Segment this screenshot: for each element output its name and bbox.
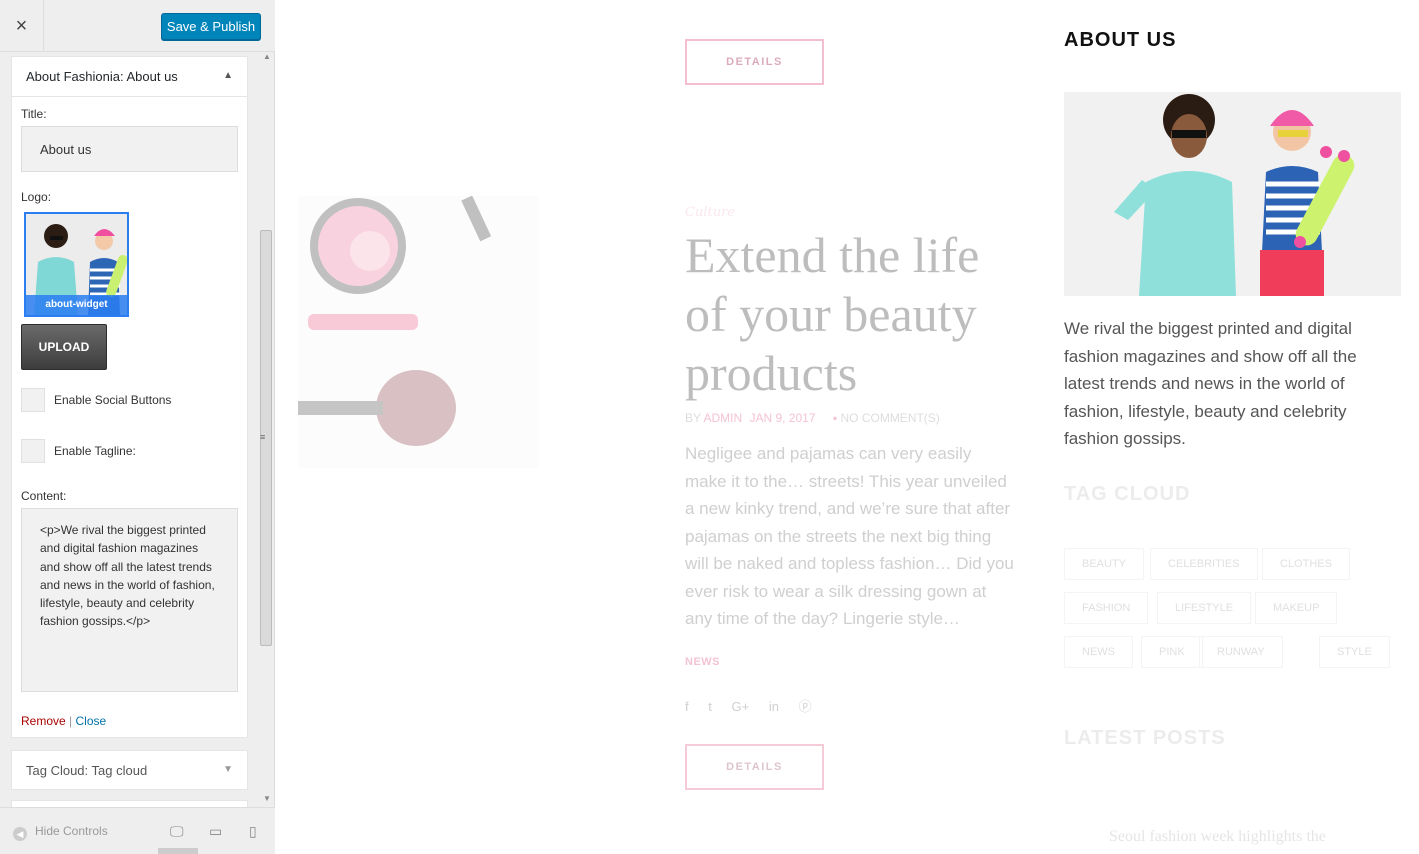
- upload-button[interactable]: UPLOAD: [21, 324, 107, 370]
- tag-cloud-title: TAG CLOUD: [1064, 483, 1191, 505]
- mobile-icon[interactable]: ▯: [249, 823, 257, 840]
- scroll-up-icon[interactable]: ▲: [263, 52, 271, 61]
- remove-link[interactable]: Remove: [21, 714, 66, 728]
- sidebar-header: × Save & Publish: [0, 0, 275, 52]
- post-tag[interactable]: NEWS: [685, 656, 720, 668]
- active-device-indicator: [158, 848, 198, 854]
- widget-title-label: Tag cloud: [91, 763, 148, 778]
- tagline-label: Enable Tagline:: [54, 444, 136, 458]
- action-separator: |: [69, 714, 73, 728]
- social-buttons-label: Enable Social Buttons: [54, 393, 172, 407]
- about-us-image: [1064, 92, 1401, 296]
- latest-posts-title: LATEST POSTS: [1064, 727, 1226, 749]
- share-icons: f t G+ in ⓟ: [685, 696, 828, 715]
- tag-chip[interactable]: LIFESTYLE: [1157, 592, 1252, 624]
- tag-chip[interactable]: PINK: [1141, 636, 1203, 668]
- details-button-bottom[interactable]: DETAILS: [685, 744, 824, 790]
- logo-label: Logo:: [21, 190, 52, 204]
- widgets-panel[interactable]: About Fashionia: About us ▲ Title: About…: [0, 52, 275, 807]
- tag-chip[interactable]: STYLE: [1319, 636, 1390, 668]
- tag-cloud-widget-header[interactable]: Tag Cloud: Tag cloud ▼: [12, 751, 247, 791]
- tag-cloud-widget[interactable]: Tag Cloud: Tag cloud ▼: [11, 750, 248, 790]
- customizer-screen: × Save & Publish About Fashionia: About …: [0, 0, 1419, 854]
- grip-icon: ≡: [260, 432, 266, 442]
- post-title[interactable]: Extend the life of your beauty products: [685, 226, 1015, 403]
- linkedin-icon[interactable]: in: [769, 699, 779, 714]
- close-icon[interactable]: ×: [0, 0, 44, 52]
- google-plus-icon[interactable]: G+: [732, 699, 750, 714]
- about-us-text: We rival the biggest printed and digital…: [1064, 319, 1357, 448]
- tag-chip[interactable]: RUNWAY: [1199, 636, 1283, 668]
- collapse-arrow-icon[interactable]: ▲: [223, 70, 233, 81]
- post-excerpt: Negligee and pajamas can very easily mak…: [685, 444, 1014, 628]
- details-button-top[interactable]: DETAILS: [685, 39, 824, 85]
- tag-chip[interactable]: NEWS: [1064, 636, 1133, 668]
- meta-date[interactable]: JAN 9, 2017: [749, 411, 815, 425]
- post-category[interactable]: Culture: [685, 205, 735, 220]
- tag-chip[interactable]: BEAUTY: [1064, 548, 1145, 580]
- widget-title-label: About us: [126, 69, 178, 84]
- site-preview: DETAILS Culture Extend the life of your …: [276, 0, 1419, 854]
- latest-post-link[interactable]: Seoul fashion week highlights the: [1109, 828, 1326, 846]
- expand-arrow-icon[interactable]: ▼: [223, 764, 233, 775]
- sidebar-footer: ◀ Hide Controls 🖵 ▭ ▯: [0, 807, 275, 854]
- tagline-checkbox[interactable]: [21, 439, 45, 463]
- next-widget[interactable]: [11, 800, 248, 807]
- widget-type-label: Tag Cloud:: [26, 763, 89, 778]
- tag-chip[interactable]: FASHION: [1064, 592, 1149, 624]
- tag-chip[interactable]: CLOTHES: [1262, 548, 1350, 580]
- tablet-icon[interactable]: ▭: [209, 823, 222, 840]
- tag-chip[interactable]: MAKEUP: [1255, 592, 1338, 624]
- comment-icon: ▪: [832, 411, 838, 425]
- hide-controls-button[interactable]: ◀ Hide Controls: [13, 824, 108, 841]
- about-widget-header[interactable]: About Fashionia: About us ▲: [12, 57, 247, 97]
- social-buttons-checkbox[interactable]: [21, 388, 45, 412]
- scroll-down-icon[interactable]: ▼: [263, 794, 271, 803]
- tag-chip[interactable]: CELEBRITIES: [1150, 548, 1258, 580]
- hide-controls-label: Hide Controls: [35, 824, 108, 838]
- post-image: [298, 196, 538, 468]
- hide-controls-icon: ◀: [13, 827, 27, 841]
- title-label: Title:: [21, 107, 47, 121]
- save-publish-button[interactable]: Save & Publish: [161, 13, 261, 40]
- twitter-icon[interactable]: t: [708, 699, 712, 714]
- meta-author[interactable]: ADMIN: [703, 411, 742, 425]
- logo-thumbnail[interactable]: about-widget: [24, 212, 129, 317]
- desktop-icon[interactable]: 🖵: [170, 823, 184, 840]
- title-input[interactable]: About us: [21, 126, 238, 172]
- content-label: Content:: [21, 489, 67, 503]
- facebook-icon[interactable]: f: [685, 699, 689, 714]
- widget-type-label: About Fashionia:: [26, 69, 124, 84]
- meta-comments[interactable]: NO COMMENT(S): [840, 411, 939, 425]
- pinterest-icon[interactable]: ⓟ: [799, 699, 812, 714]
- post-meta: BY ADMIN JAN 9, 2017 ▪ NO COMMENT(S): [685, 411, 940, 425]
- sidebar-scrollbar[interactable]: ▲ ≡ ▼: [258, 52, 275, 807]
- content-textarea[interactable]: <p>We rival the biggest printed and digi…: [21, 508, 238, 692]
- about-us-title: ABOUT US: [1064, 29, 1177, 51]
- customizer-sidebar: × Save & Publish About Fashionia: About …: [0, 0, 275, 854]
- close-link[interactable]: Close: [76, 714, 107, 728]
- logo-caption: about-widget: [26, 295, 127, 315]
- meta-by: BY: [685, 411, 701, 425]
- widget-actions: Remove | Close: [21, 714, 106, 728]
- about-widget: About Fashionia: About us ▲ Title: About…: [11, 56, 248, 738]
